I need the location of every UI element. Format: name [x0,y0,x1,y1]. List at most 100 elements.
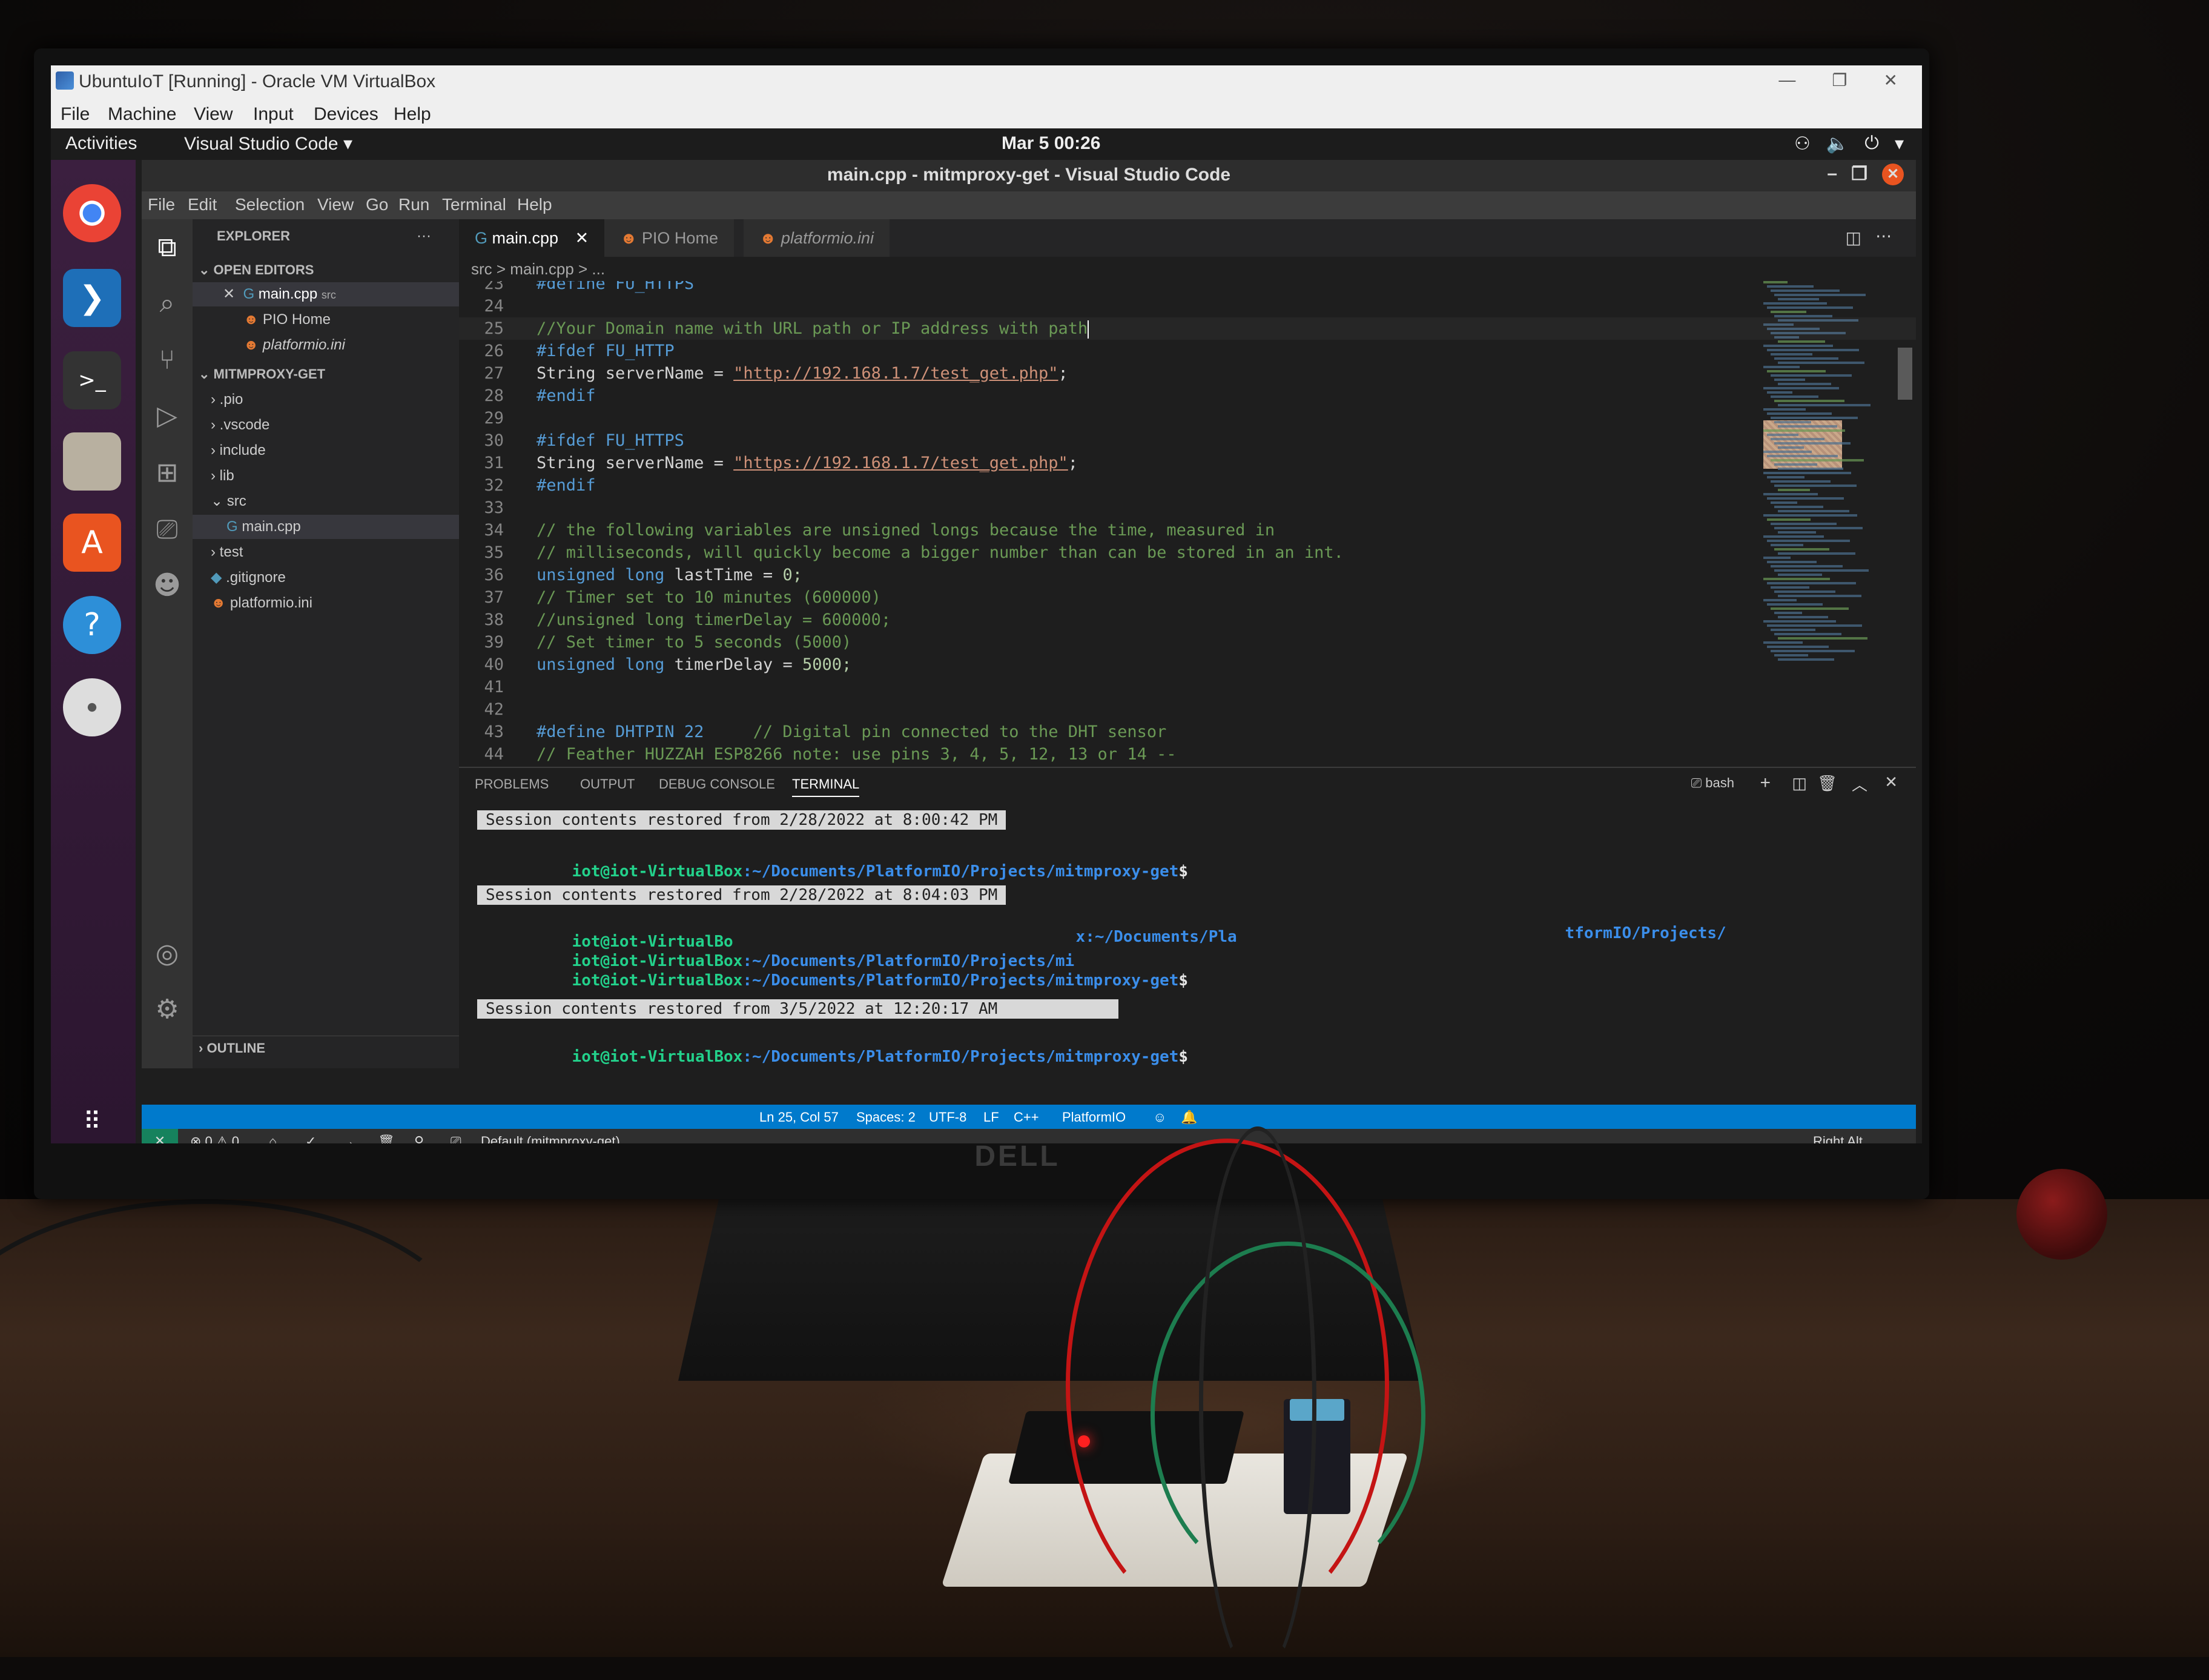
menu-run[interactable]: Run [398,195,429,214]
tab-pio-home[interactable]: ☻ PIO Home [604,219,734,257]
maximize-button[interactable]: ❐ [1832,70,1847,90]
tree-item-platformio-ini[interactable]: ☻ platformio.ini [193,591,477,615]
activities-button[interactable]: Activities [65,133,137,154]
tree-item-include[interactable]: › include [193,438,477,463]
open-editors-section[interactable]: ⌄ OPEN EDITORS [193,258,465,282]
panel-tab-problems[interactable]: PROBLEMS [475,776,549,792]
status-language[interactable]: C++ [1014,1110,1039,1125]
menu-view[interactable]: View [317,195,354,214]
editor-tabs: G main.cpp ✕ ☻ PIO Home ☻ platformio.ini… [459,219,1916,257]
status-eol[interactable]: LF [983,1110,999,1125]
code-text: unsigned long timerDelay = 5000; [537,655,852,674]
panel-tab-output[interactable]: OUTPUT [580,776,635,792]
bell-icon[interactable]: 🔔 [1181,1110,1197,1125]
breadcrumb[interactable]: src > main.cpp > ... [459,257,1922,281]
tab-main-cpp[interactable]: G main.cpp ✕ [459,219,605,257]
gear-icon[interactable]: ⚙ [150,992,184,1026]
tab-label: PIO Home [641,229,718,247]
chevron-down-icon: ⌄ [199,262,214,277]
vscode-restore-button[interactable]: ❐ [1851,164,1867,185]
terminal-icon[interactable]: >_ [63,351,121,409]
status-encoding[interactable]: UTF-8 [929,1110,966,1125]
tree-item-main-cpp[interactable]: G main.cpp [193,515,493,539]
status-env[interactable]: Default (mitmproxy-get) [481,1134,620,1143]
trash-icon[interactable]: 🗑 [1817,774,1837,793]
pio-build-icon[interactable]: ✓ [305,1134,316,1143]
close-icon[interactable]: ✕ [223,286,235,302]
run-debug-icon[interactable]: ▷ [150,399,184,432]
line-number: 33 [484,498,504,517]
extensions-icon[interactable]: ⊞ [150,455,184,489]
menu-go[interactable]: Go [366,195,388,214]
split-terminal-icon[interactable]: ◫ [1792,774,1807,793]
close-button[interactable]: ✕ [1884,70,1898,90]
more-actions-icon[interactable]: ··· [1875,227,1892,246]
remote-indicator[interactable]: ✕ [142,1129,178,1143]
remote-explorer-icon[interactable]: ⎚ [150,512,184,546]
terminal-shell-selector[interactable]: ⎚ bash [1691,775,1734,791]
project-section[interactable]: ⌄ MITMPROXY-GET [193,362,465,386]
status-problems[interactable]: ⊗ 0 ⚠ 0 [190,1134,239,1143]
explorer-icon[interactable]: ⧉ [150,230,184,264]
new-terminal-icon[interactable]: + [1760,773,1771,793]
tree-item-test[interactable]: › test [193,540,477,564]
vscode-icon[interactable]: ❯ [63,269,121,327]
menu-file[interactable]: File [148,195,175,214]
apps-grid-icon[interactable]: ⠿ [63,1093,121,1143]
software-icon[interactable]: A [63,514,121,572]
vbox-menu-devices[interactable]: Devices [314,104,378,125]
source-control-icon[interactable]: ⑂ [150,343,184,377]
vscode-minimize-button[interactable]: – [1827,164,1837,184]
menu-selection[interactable]: Selection [235,195,305,214]
feedback-icon[interactable]: ☺ [1153,1110,1166,1125]
files-icon[interactable] [63,432,121,491]
tree-item-gitignore[interactable]: ◆ .gitignore [193,566,477,590]
clock[interactable]: Mar 5 00:26 [1002,133,1100,154]
tree-item-pio[interactable]: › .pio [193,388,477,412]
help-icon[interactable]: ? [63,596,121,654]
vbox-menu-machine[interactable]: Machine [108,104,176,125]
platformio-icon[interactable]: ☻ [150,568,184,602]
line-number: 27 [484,364,504,383]
vbox-menu-input[interactable]: Input [253,104,294,125]
close-panel-icon[interactable]: ✕ [1884,773,1898,792]
panel-tab-terminal[interactable]: TERMINAL [792,776,860,797]
search-icon[interactable]: ⌕ [150,286,184,320]
menu-help[interactable]: Help [517,195,552,214]
app-menu[interactable]: Visual Studio Code ▾ [184,133,352,154]
code-editor[interactable]: 23 #define FU_HTTPS 24 25 //Your Domain name… [459,281,1916,767]
pio-clean-icon[interactable]: 🗑 [378,1134,395,1143]
status-position[interactable]: Ln 25, Col 57 [759,1110,839,1125]
system-tray[interactable]: ⚇ 🔈 ⏻ ▾ [1794,133,1904,154]
disc-icon[interactable] [63,678,121,736]
outline-section[interactable]: › OUTLINE [193,1036,465,1060]
tab-close-icon[interactable]: ✕ [575,229,589,247]
vbox-menu-file[interactable]: File [61,104,90,125]
status-spaces[interactable]: Spaces: 2 [856,1110,916,1125]
pio-test-icon[interactable]: ⚲ [414,1134,424,1143]
pio-upload-icon[interactable]: → [342,1134,355,1143]
tree-item-vscode[interactable]: › .vscode [193,413,477,437]
vscode-close-button[interactable]: ✕ [1882,164,1904,185]
pio-home-icon[interactable]: ⌂ [269,1134,277,1143]
tab-platformio-ini[interactable]: ☻ platformio.ini [744,219,890,257]
vbox-menu-help[interactable]: Help [394,104,431,125]
panel-tab-debug-console[interactable]: DEBUG CONSOLE [659,776,775,792]
vscode-status-bar: Ln 25, Col 57 Spaces: 2 UTF-8 LF C++ Pla… [142,1105,1916,1129]
minimize-button[interactable]: — [1778,70,1795,90]
pio-monitor-icon[interactable]: ⎚ [451,1134,461,1143]
tree-item-src[interactable]: ⌄ src [193,489,477,514]
open-editor-main-cpp[interactable]: ✕ G main.cpp src [193,282,489,306]
code-line: 38 //unsigned long timerDelay = 600000; [459,609,1916,631]
tree-label: .pio [219,391,243,408]
maximize-panel-icon[interactable]: ︿ [1852,773,1867,795]
menu-terminal[interactable]: Terminal [442,195,506,214]
tree-item-lib[interactable]: › lib [193,464,477,488]
account-icon[interactable]: ◎ [150,936,184,970]
split-editor-icon[interactable]: ◫ [1846,228,1861,248]
status-platformio[interactable]: PlatformIO [1062,1110,1126,1125]
chrome-icon[interactable] [63,184,121,242]
menu-edit[interactable]: Edit [188,195,217,214]
explorer-more-button[interactable]: ··· [417,224,453,248]
vbox-menu-view[interactable]: View [194,104,233,125]
